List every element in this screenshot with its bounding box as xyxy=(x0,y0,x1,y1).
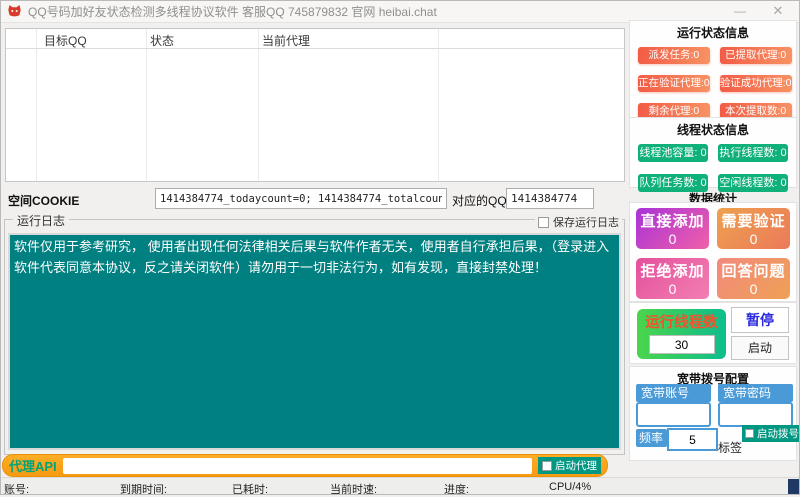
table-gridline xyxy=(438,29,439,181)
stat-thread-pool: 线程池容量: 0 xyxy=(638,144,708,162)
broadband-password-label: 宽带密码 xyxy=(718,384,793,402)
status-bar: 账号: 到期时间: 已耗时: 当前时速: 进度: CPU/4% xyxy=(0,477,800,495)
running-threads-tile: 运行线程数 xyxy=(637,309,726,359)
status-cpu: CPU/4% xyxy=(549,481,591,493)
dial-config-section: 宽带拨号配置 宽带账号 宽带密码 频率 启动拨号 标签 xyxy=(629,366,797,461)
stat-verifying-proxies: 正在验证代理:0 xyxy=(638,75,710,92)
broadband-account-input[interactable] xyxy=(636,402,711,427)
proxy-api-bar: 代理API 启动代理 xyxy=(2,454,608,477)
start-proxy-label: 启动代理 xyxy=(555,458,597,473)
app-icon xyxy=(7,4,22,18)
proxy-api-input[interactable] xyxy=(63,458,532,474)
data-stats-section: 直接添加 0 需要验证 0 拒绝添加 0 回答问题 0 xyxy=(629,202,797,302)
tile-need-verify-label: 需要验证 xyxy=(717,210,790,231)
broadband-password-input[interactable] xyxy=(718,402,793,427)
stat-dispatch-tasks: 派发任务:0 xyxy=(638,47,710,64)
stat-executing-threads: 执行线程数: 0 xyxy=(718,144,788,162)
table-header-divider xyxy=(6,48,624,49)
table-gridline xyxy=(36,29,37,181)
column-header-status[interactable]: 状态 xyxy=(150,32,174,49)
tile-need-verify-value: 0 xyxy=(717,231,790,247)
start-button[interactable]: 启动 xyxy=(731,336,789,360)
frequency-input[interactable] xyxy=(667,428,718,451)
tag-label: 标签 xyxy=(718,439,742,456)
run-log-textarea[interactable]: 软件仅用于参考研究， 使用者出现任何法律相关后果与软件作者无关，使用者自行承担后… xyxy=(8,233,621,450)
tile-reject-add: 拒绝添加 0 xyxy=(636,258,709,299)
cookie-input[interactable] xyxy=(155,188,447,209)
save-log-label: 保存运行日志 xyxy=(553,214,619,230)
run-log-group-label: 运行日志 xyxy=(13,212,69,229)
start-dial-label: 启动拨号 xyxy=(757,426,799,441)
results-table: 目标QQ 状态 当前代理 xyxy=(5,28,625,182)
thread-status-header: 线程状态信息 xyxy=(630,118,796,138)
tile-answer-question-value: 0 xyxy=(717,281,790,297)
data-stats-grid: 直接添加 0 需要验证 0 拒绝添加 0 回答问题 0 xyxy=(630,203,796,305)
pause-button[interactable]: 暂停 xyxy=(731,307,789,333)
proxy-api-label: 代理API xyxy=(9,456,57,475)
cookie-label: 空间COOKIE xyxy=(8,192,79,209)
qq-number-input[interactable] xyxy=(506,188,594,209)
run-status-header: 运行状态信息 xyxy=(630,21,796,41)
table-gridline xyxy=(146,29,147,181)
running-threads-label: 运行线程数 xyxy=(637,311,726,332)
save-log-option[interactable]: 保存运行日志 xyxy=(535,214,622,230)
resize-grip[interactable] xyxy=(788,479,800,494)
column-header-target-qq[interactable]: 目标QQ xyxy=(44,32,87,49)
broadband-account-label: 宽带账号 xyxy=(636,384,711,402)
tile-answer-question: 回答问题 0 xyxy=(717,258,790,299)
start-dial-checkbox[interactable] xyxy=(745,429,754,438)
tile-reject-add-label: 拒绝添加 xyxy=(636,260,709,281)
tile-need-verify: 需要验证 0 xyxy=(717,208,790,249)
frequency-label: 频率 xyxy=(636,429,667,447)
column-header-current-proxy[interactable]: 当前代理 xyxy=(262,32,310,49)
thread-status-section: 线程状态信息 线程池容量: 0 执行线程数: 0 队列任务数: 0 空闲线程数:… xyxy=(629,117,797,188)
thread-control-section: 运行线程数 暂停 启动 xyxy=(629,302,797,364)
window-title: QQ号码加好友状态检测多线程协议软件 客服QQ 745879832 官网 hei… xyxy=(28,3,437,20)
run-log-group: 运行日志 保存运行日志 软件仅用于参考研究， 使用者出现任何法律相关后果与软件作… xyxy=(4,219,625,455)
start-proxy-option[interactable]: 启动代理 xyxy=(538,457,601,474)
run-status-section: 运行状态信息 派发任务:0 已提取代理:0 正在验证代理:0 验证成功代理:0 … xyxy=(629,20,797,118)
start-proxy-checkbox[interactable] xyxy=(542,461,552,471)
close-icon[interactable]: ✕ xyxy=(762,0,794,22)
stat-verified-proxies: 验证成功代理:0 xyxy=(720,75,792,92)
tile-answer-question-label: 回答问题 xyxy=(717,260,790,281)
save-log-checkbox[interactable] xyxy=(538,217,549,228)
stat-extracted-proxies: 已提取代理:0 xyxy=(720,47,792,64)
thread-count-input[interactable] xyxy=(649,335,715,354)
table-gridline xyxy=(258,29,259,181)
run-status-grid: 派发任务:0 已提取代理:0 正在验证代理:0 验证成功代理:0 剩余代理:0 … xyxy=(630,41,796,128)
tile-direct-add: 直接添加 0 xyxy=(636,208,709,249)
tile-reject-add-value: 0 xyxy=(636,281,709,297)
start-dial-option[interactable]: 启动拨号 xyxy=(742,425,800,442)
tile-direct-add-label: 直接添加 xyxy=(636,210,709,231)
tile-direct-add-value: 0 xyxy=(636,231,709,247)
minimize-icon[interactable]: — xyxy=(724,0,756,22)
